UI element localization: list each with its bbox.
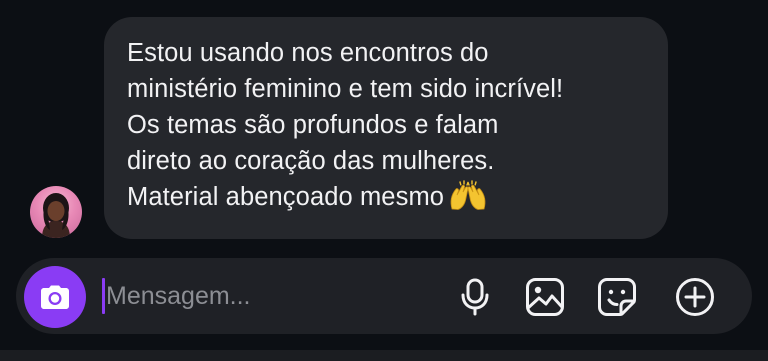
avatar[interactable] xyxy=(30,186,82,238)
message-line: Material abençoado mesmo xyxy=(127,183,445,211)
raising-hands-emoji xyxy=(448,180,488,210)
message-bubble[interactable]: Estou usando nos encontros do ministério… xyxy=(104,17,668,239)
message-line: Estou usando nos encontros do xyxy=(127,39,489,67)
plus-circle-icon xyxy=(676,278,714,316)
message-composer xyxy=(16,258,752,334)
message-input[interactable] xyxy=(106,274,436,318)
sticker-button[interactable] xyxy=(596,276,638,318)
message-line: Os temas são profundos e falam xyxy=(127,111,499,139)
gallery-button[interactable] xyxy=(524,276,566,318)
microphone-icon xyxy=(461,278,489,316)
message-line: direto ao coração das mulheres. xyxy=(127,147,495,175)
camera-button[interactable] xyxy=(24,266,86,328)
add-button[interactable] xyxy=(674,276,716,318)
message-text: Estou usando nos encontros do ministério… xyxy=(127,35,646,215)
message-line: ministério feminino e tem sido incrível! xyxy=(127,75,564,103)
camera-icon xyxy=(41,285,69,309)
chat-screen: Estou usando nos encontros do ministério… xyxy=(0,0,768,361)
microphone-button[interactable] xyxy=(454,276,496,318)
image-icon xyxy=(526,278,564,316)
avatar-image xyxy=(42,193,70,238)
sticker-icon xyxy=(598,278,636,316)
bottom-bar xyxy=(0,350,768,361)
text-caret xyxy=(102,278,105,314)
